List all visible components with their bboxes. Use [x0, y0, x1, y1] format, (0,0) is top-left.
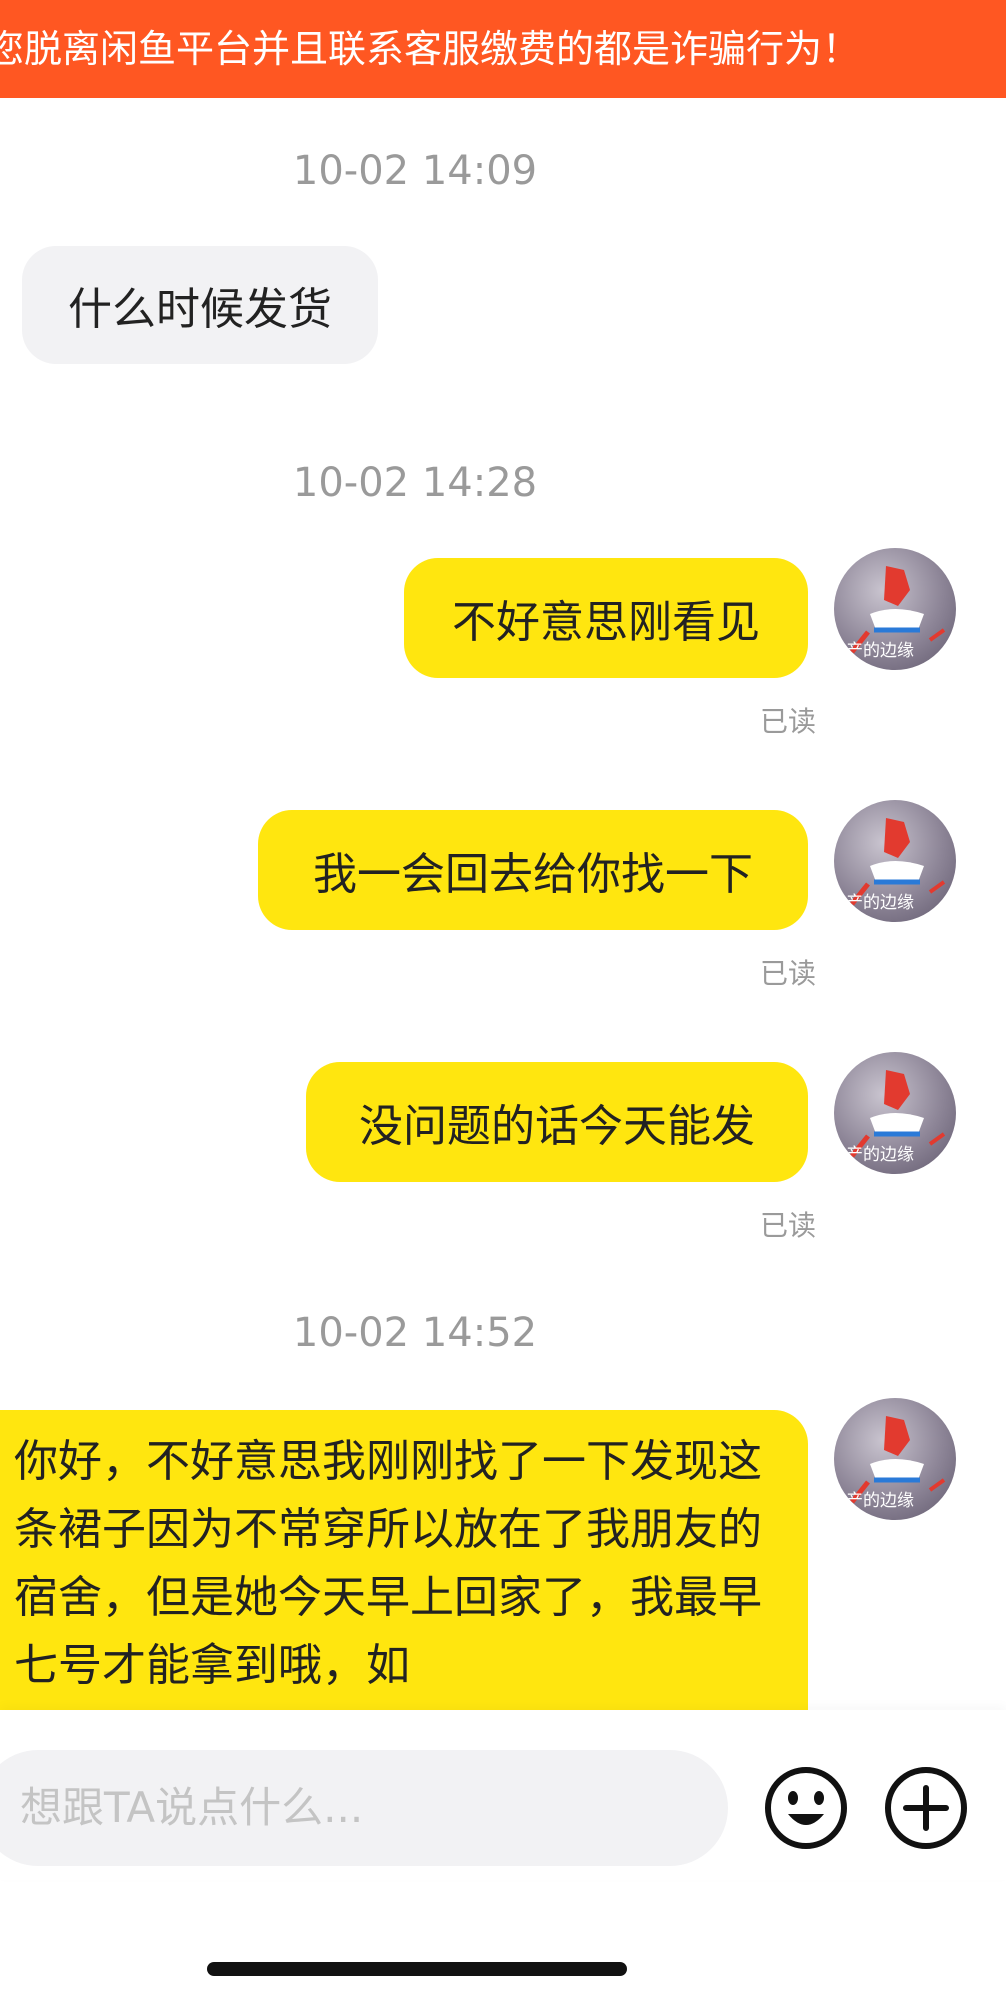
plus-icon[interactable]	[882, 1764, 970, 1852]
read-receipt: 已读	[759, 957, 816, 990]
emoji-icon[interactable]	[762, 1764, 850, 1852]
svg-text:产的边缘: 产的边缘	[846, 1491, 914, 1511]
outgoing-message-bubble[interactable]: 不好意思刚看见	[404, 558, 808, 678]
svg-text:产的边缘: 产的边缘	[846, 1145, 914, 1165]
svg-text:产的边缘: 产的边缘	[846, 893, 914, 913]
message-timestamp: 10-02 14:28	[292, 460, 538, 506]
outgoing-message-bubble[interactable]: 我一会回去给你找一下	[258, 810, 808, 930]
user-avatar[interactable]: 产的边缘	[834, 1052, 956, 1174]
read-receipt: 已读	[759, 705, 816, 738]
outgoing-message-bubble-long[interactable]: 你好，不好意思我刚刚找了一下发现这条裙子因为不常穿所以放在了我朋友的宿舍，但是她…	[0, 1410, 808, 1710]
message-timestamp: 10-02 14:52	[292, 1310, 538, 1356]
incoming-message-bubble[interactable]: 什么时候发货	[22, 246, 378, 364]
home-indicator	[207, 1962, 627, 1976]
fraud-warning-banner: 您脱离闲鱼平台并且联系客服缴费的都是诈骗行为！	[0, 0, 1006, 98]
fraud-warning-text: 您脱离闲鱼平台并且联系客服缴费的都是诈骗行为！	[0, 27, 861, 71]
read-receipt: 已读	[759, 1209, 816, 1242]
outgoing-message-bubble[interactable]: 没问题的话今天能发	[306, 1062, 808, 1182]
user-avatar[interactable]: 产的边缘	[834, 800, 956, 922]
user-avatar[interactable]: 产的边缘	[834, 1398, 956, 1520]
svg-text:产的边缘: 产的边缘	[846, 641, 914, 661]
message-timestamp: 10-02 14:09	[292, 148, 538, 194]
user-avatar[interactable]: 产的边缘	[834, 548, 956, 670]
message-input[interactable]: 想跟TA说点什么...	[0, 1750, 728, 1866]
